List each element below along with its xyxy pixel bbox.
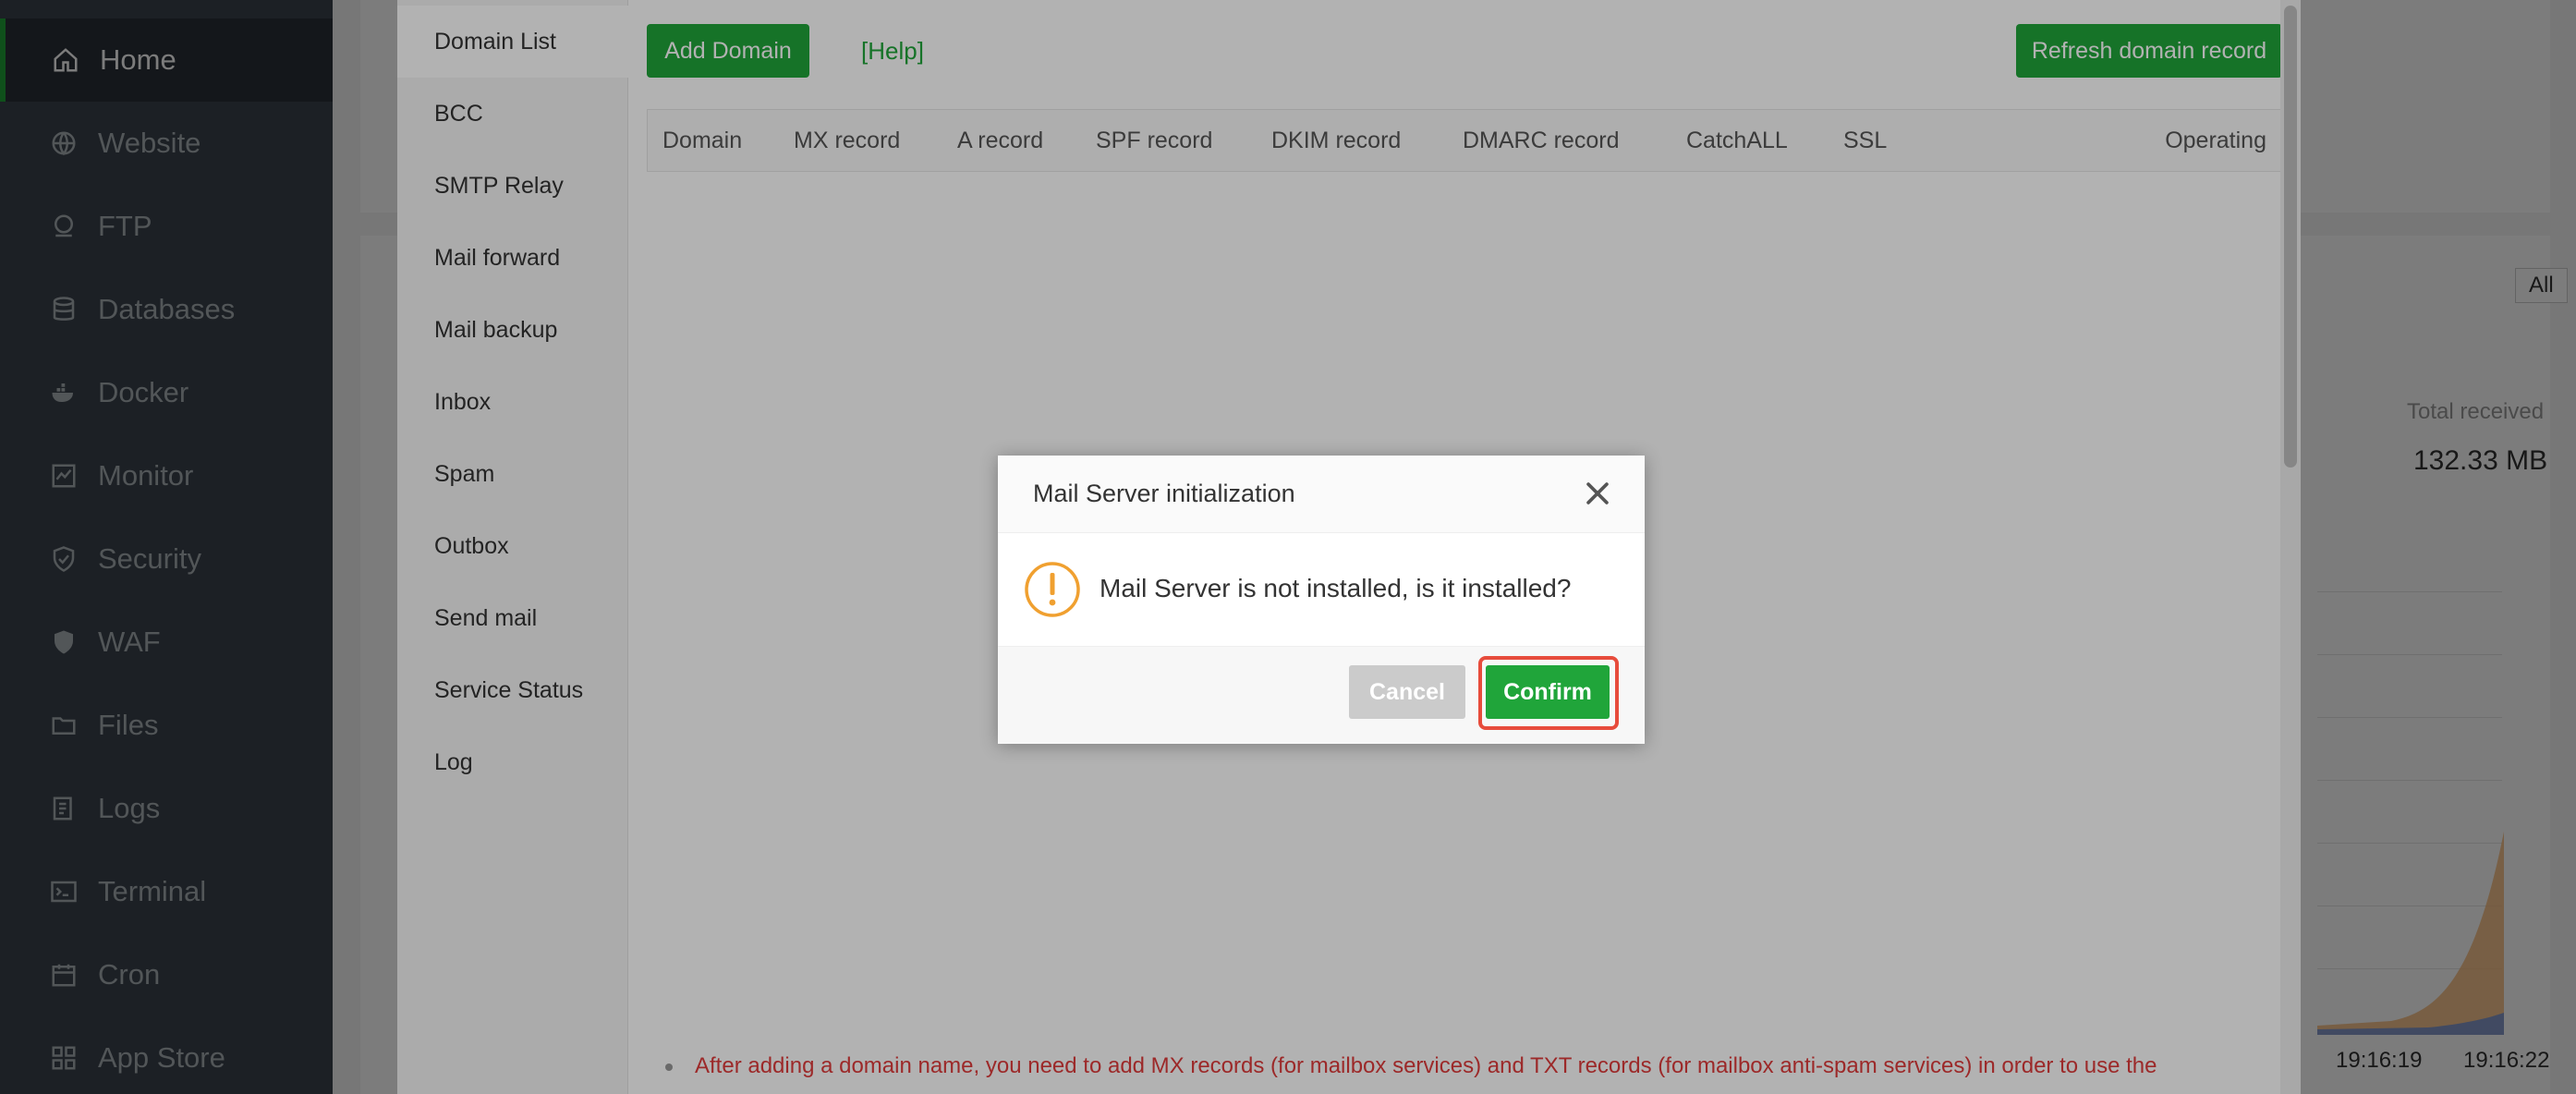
init-confirm-dialog: Mail Server initialization Mail Server i… (998, 456, 1645, 744)
dialog-header: Mail Server initialization (998, 456, 1645, 533)
confirm-highlight-box (1478, 656, 1619, 730)
warning-icon (1024, 561, 1081, 618)
cancel-button[interactable]: Cancel (1349, 665, 1465, 719)
close-icon[interactable] (1582, 478, 1613, 509)
dialog-body: Mail Server is not installed, is it inst… (998, 533, 1645, 646)
dialog-title: Mail Server initialization (1033, 480, 1295, 507)
dialog-footer: Cancel Confirm (998, 646, 1645, 744)
dialog-message: Mail Server is not installed, is it inst… (1100, 574, 1572, 602)
